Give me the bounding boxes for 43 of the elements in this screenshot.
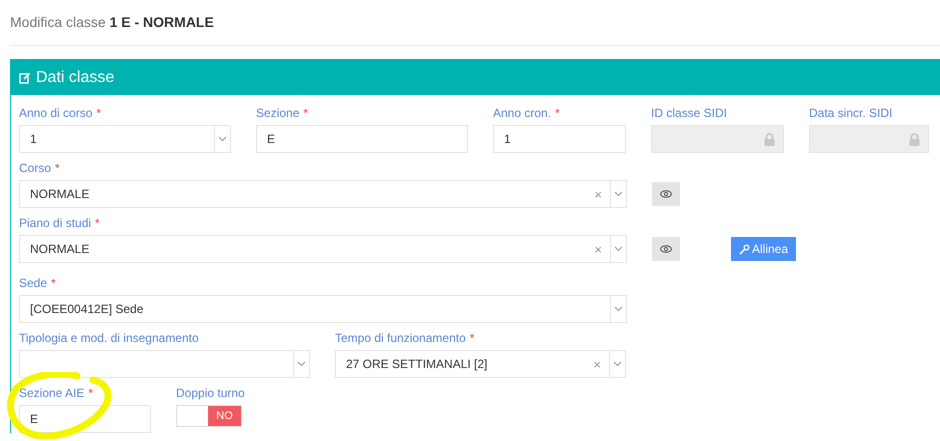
lock-icon	[764, 132, 775, 146]
field-label: Doppio turno	[176, 386, 246, 400]
select-field[interactable]: NORMALE ×	[19, 180, 627, 208]
field-label: Anno cron. *	[493, 106, 561, 120]
field-label: Sede *	[19, 276, 57, 290]
field-label: Corso *	[19, 161, 61, 175]
field-label: Piano di studi *	[19, 216, 101, 230]
required-asterisk: *	[303, 106, 308, 120]
chevron-down-icon[interactable]	[218, 136, 227, 142]
field-label: Tempo di funzionamento *	[335, 331, 476, 345]
field-label: Sezione AIE *	[19, 386, 94, 400]
field-label: Sezione *	[256, 106, 310, 120]
chevron-down-icon[interactable]	[297, 361, 306, 367]
view-button[interactable]	[652, 182, 680, 206]
required-asterisk: *	[88, 386, 94, 400]
required-asterisk: *	[470, 331, 474, 345]
chevron-down-icon[interactable]	[614, 246, 623, 252]
field-label: Tipologia e mod. di insegnamento	[19, 331, 200, 345]
eye-icon	[660, 190, 672, 198]
required-asterisk: *	[51, 276, 56, 290]
required-asterisk: *	[95, 216, 100, 230]
required-asterisk: *	[55, 161, 60, 175]
field-label: Data sincr. SIDI	[809, 106, 894, 120]
chevron-down-icon[interactable]	[614, 306, 623, 312]
input-field[interactable]: E	[256, 125, 468, 153]
page-title: Modifica classe 1 E - NORMALE	[10, 14, 215, 30]
field-label: Anno di corso *	[19, 106, 102, 120]
edit-icon	[19, 72, 31, 84]
select-field[interactable]: 1	[19, 125, 231, 153]
select-field[interactable]	[19, 350, 310, 378]
chevron-down-icon[interactable]	[614, 191, 623, 197]
select-field[interactable]: NORMALE ×	[19, 235, 627, 263]
select-field[interactable]: 27 ORE SETTIMANALI [2] ×	[335, 350, 626, 378]
required-asterisk: *	[555, 106, 560, 120]
eye-icon	[660, 245, 672, 253]
lock-icon	[909, 132, 920, 146]
chevron-down-icon[interactable]	[613, 361, 622, 367]
field-label: ID classe SIDI	[651, 106, 728, 120]
select-field[interactable]: [COEE00412E] Sede	[19, 295, 627, 323]
panel-title: Dati classe	[36, 68, 114, 86]
input-field[interactable]: 1	[493, 125, 626, 153]
required-asterisk: *	[96, 106, 102, 120]
view-button[interactable]	[652, 237, 680, 261]
